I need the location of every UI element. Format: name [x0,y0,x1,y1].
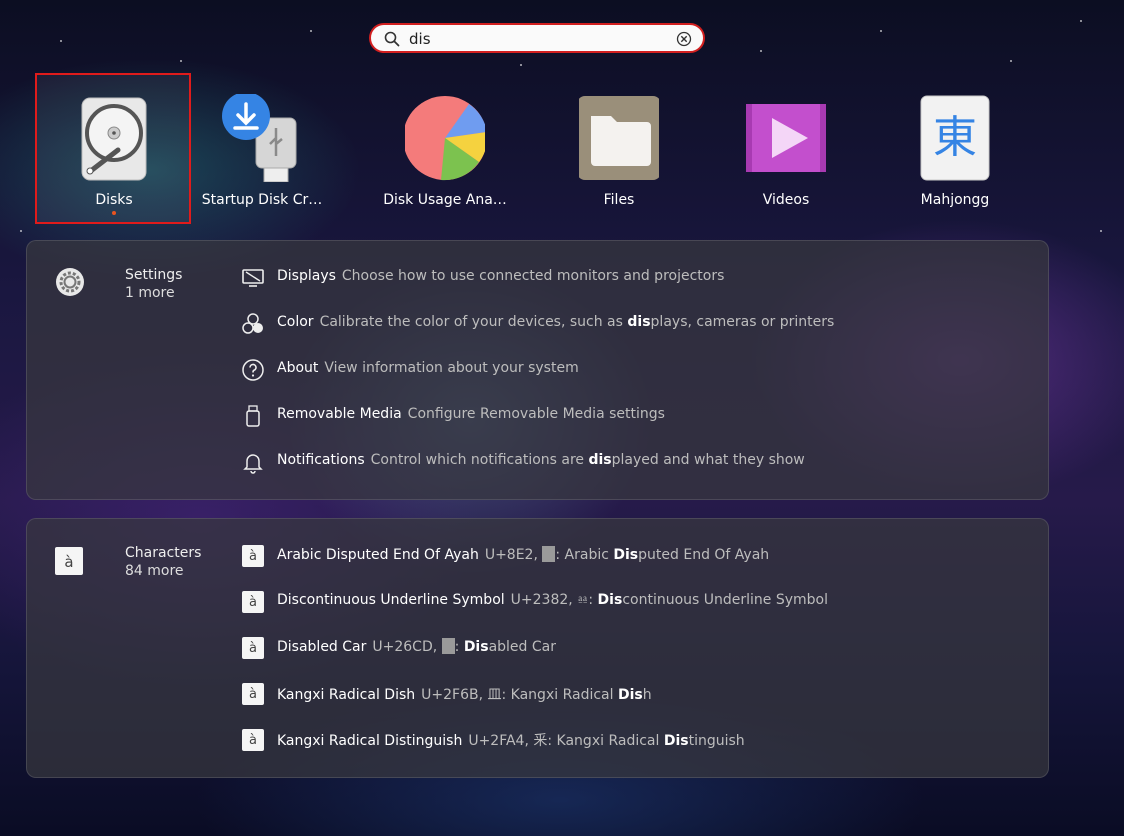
result-description: Configure Removable Media settings [407,406,665,422]
app-files[interactable]: Files [542,74,696,224]
provider-more[interactable]: 1 more [125,285,175,301]
result-description: U+2FA4, ⾤: Kangxi Radical Distinguish [468,733,745,749]
app-results: Disks Startup Disk Cr… Disk Usage Ana… F… [0,74,1124,224]
app-label: Files [603,192,635,208]
mahjongg-icon: 東 [920,95,990,181]
missing-glyph-box [542,546,556,562]
app-mahjongg[interactable]: 東 Mahjongg [878,74,1032,224]
app-label: Disks [95,192,133,208]
character-icon: à [242,591,264,613]
result-description: Choose how to use connected monitors and… [341,268,725,284]
result-title: Kangxi Radical Dish [277,687,416,703]
removable-media-icon [246,405,260,427]
result-title: Displays [277,268,336,284]
result-title: Discontinuous Underline Symbol [277,592,505,608]
app-disk-usage-analyzer[interactable]: Disk Usage Ana… [368,74,522,224]
search-bar[interactable] [369,23,705,53]
character-result[interactable]: à Kangxi Radical Dish U+2F6B, ⽫: Kangxi R… [241,679,1021,709]
result-description: U+8E2, : Arabic Disputed End Of Ayah [484,546,770,563]
bell-icon [243,454,263,474]
app-startup-disk-creator[interactable]: Startup Disk Cr… [185,74,339,224]
provider-name: Characters [125,545,202,561]
characters-provider[interactable]: à Characters 84 more [55,545,225,585]
result-title: Notifications [277,452,365,468]
color-icon [242,313,263,334]
result-title: Disabled Car [277,639,367,655]
disk-usage-analyzer-icon [405,96,485,181]
app-disks[interactable]: Disks [37,74,191,224]
app-label: Videos [762,192,810,208]
about-icon [242,359,264,381]
search-icon [384,31,400,47]
app-label: Disk Usage Ana… [383,192,507,208]
app-label: Mahjongg [920,192,990,208]
disks-icon [81,97,147,181]
provider-more[interactable]: 84 more [125,563,184,579]
character-icon: à [242,637,264,659]
result-description: View information about your system [324,360,579,376]
clear-search-icon[interactable] [675,30,693,48]
result-description: U+26CD, : Disabled Car [372,638,556,655]
files-icon [579,96,659,180]
result-title: Color [277,314,314,330]
character-result[interactable]: à Discontinuous Underline Symbol U+2382, … [241,587,1021,617]
character-result[interactable]: à Kangxi Radical Distinguish U+2FA4, ⾤: K… [241,725,1021,755]
character-icon: à [242,545,264,567]
result-title: Removable Media [277,406,402,422]
characters-results-panel: à Characters 84 more à Arabic Disputed E… [26,518,1049,778]
character-result[interactable]: à Disabled Car U+26CD, : Disabled Car [241,633,1021,663]
provider-name: Settings [125,267,183,283]
startup-disk-creator-icon [222,94,297,182]
svg-text:東: 東 [933,112,977,163]
gear-icon [56,268,84,296]
character-icon: à [242,683,264,705]
settings-result-notifications[interactable]: Notifications Control which notifications… [241,447,1021,477]
result-description: U+2F6B, ⽫: Kangxi Radical Dish [421,687,652,703]
settings-provider[interactable]: Settings 1 more [55,267,225,307]
missing-glyph-box [441,638,455,654]
result-description: Control which notifications are displaye… [370,452,805,468]
result-title: About [277,360,319,376]
running-indicator [112,211,116,215]
character-result[interactable]: à Arabic Disputed End Of Ayah U+8E2, : Ar… [241,541,1021,571]
result-description: U+2382, ⎂: Discontinuous Underline Symbo… [510,592,828,608]
settings-result-removable-media[interactable]: Removable Media Configure Removable Media… [241,401,1021,431]
app-videos[interactable]: Videos [709,74,863,224]
characters-app-icon: à [55,547,83,575]
character-icon: à [242,729,264,751]
settings-result-color[interactable]: Color Calibrate the color of your devices… [241,309,1021,339]
app-label: Startup Disk Cr… [201,192,323,208]
settings-result-about[interactable]: About View information about your system [241,355,1021,385]
settings-results-panel: Settings 1 more Displays Choose how to us… [26,240,1049,500]
result-title: Kangxi Radical Distinguish [277,733,463,749]
videos-icon [746,104,826,172]
search-input[interactable] [409,28,669,50]
display-icon [242,269,264,287]
result-description: Calibrate the color of your devices, suc… [319,314,835,330]
settings-result-displays[interactable]: Displays Choose how to use connected moni… [241,263,1021,293]
result-title: Arabic Disputed End Of Ayah [277,547,479,563]
